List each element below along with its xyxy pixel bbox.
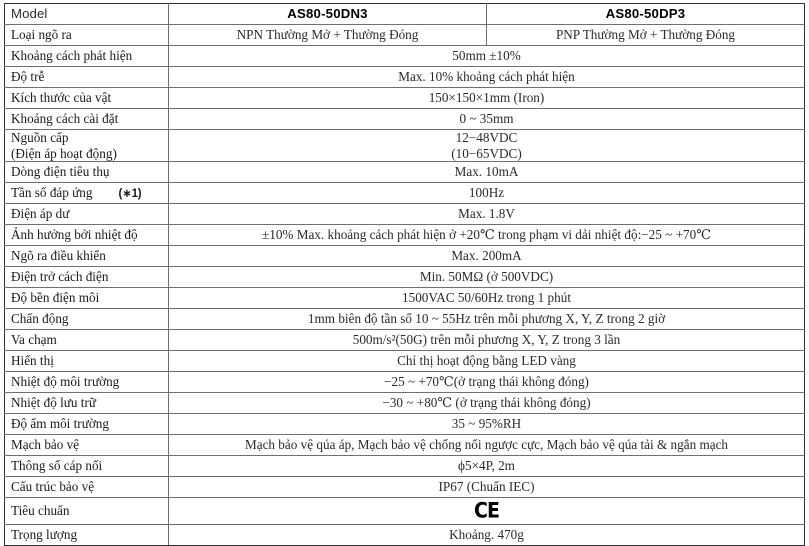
row-label-response-frequency-text: Tần số đáp ứng [11,184,93,200]
row-value-power-supply-line1: 12−48VDC [455,130,518,145]
header-model-2: AS80-50DP3 [486,3,805,25]
row-label-hysteresis: Độ trễ [4,66,169,88]
table-row: Ảnh hưởng bởi nhiệt độ ±10% Max. khoảng … [4,224,805,247]
table-row: Mạch bảo vệ Mạch bảo vệ qúa áp, Mạch bảo… [4,434,805,457]
table-row: Va chạm 500m/s²(50G) trên mỗi phương X, … [4,329,805,352]
row-label-dielectric-strength: Độ bền điện môi [4,287,169,310]
row-value-output-type-npn: NPN Thường Mở + Thường Đóng [168,24,487,46]
row-label-protection-structure: Cấu trúc bảo vệ [4,476,169,499]
row-value-temperature-influence: ±10% Max. khoảng cách phát hiện ở +20℃ t… [168,224,805,247]
table-row: Khoảng cách cài đặt 0 ~ 35mm [4,108,805,130]
row-value-current-consumption: Max. 10mA [168,161,805,184]
header-model-1: AS80-50DN3 [168,3,487,25]
table-row: Nhiệt độ môi trường −25 ~ +70℃(ở trạng t… [4,371,805,394]
row-label-storage-temperature: Nhiệt độ lưu trữ [4,392,169,415]
row-value-hysteresis: Max. 10% khoảng cách phát hiện [168,66,805,88]
row-value-insulation-resistance: Min. 50MΩ (ở 500VDC) [168,266,805,289]
row-label-power-supply: Nguồn cấp (Điện áp hoạt động) [4,128,169,163]
row-value-sensing-distance: 50mm ±10% [168,45,805,67]
row-value-storage-temperature: −30 ~ +80℃ (ở trạng thái không đóng) [168,392,805,415]
row-value-target-size: 150×150×1mm (Iron) [168,87,805,109]
footnote-marker: (∗1) [118,187,142,200]
row-label-residual-voltage: Điện áp dư [4,203,169,226]
table-row: Tần số đáp ứng (∗1) 100Hz [4,182,805,205]
row-value-standard: CE [168,497,805,526]
row-label-setting-distance: Khoảng cách cài đặt [4,108,169,130]
row-value-protection-circuit: Mạch bảo vệ qúa áp, Mạch bảo vệ chống nố… [168,434,805,457]
row-label-ambient-temperature: Nhiệt độ môi trường [4,371,169,394]
row-value-cable-spec: ϕ5×4P, 2m [168,455,805,478]
row-label-cable-spec: Thông số cáp nối [4,455,169,478]
table-row: Nhiệt độ lưu trữ −30 ~ +80℃ (ở trạng thá… [4,392,805,415]
table-row: Độ trễ Max. 10% khoảng cách phát hiện [4,66,805,88]
row-label-current-consumption: Dòng điện tiêu thụ [4,161,169,184]
row-value-ambient-temperature: −25 ~ +70℃(ở trạng thái không đóng) [168,371,805,394]
table-body: Model AS80-50DN3 AS80-50DP3 Loại ngõ ra … [4,3,805,546]
row-label-power-supply-line1: Nguồn cấp [11,130,69,145]
table-row: Hiển thị Chỉ thị hoạt động bằng LED vàng [4,350,805,373]
row-label-vibration: Chấn động [4,308,169,331]
table-row: Thông số cáp nối ϕ5×4P, 2m [4,455,805,478]
table-row: Ngõ ra điều khiển Max. 200mA [4,245,805,268]
ce-mark-icon: CE [474,498,500,523]
table-row: Điện trở cách điện Min. 50MΩ (ở 500VDC) [4,266,805,289]
row-label-insulation-resistance: Điện trở cách điện [4,266,169,289]
table-row: Kích thước của vật 150×150×1mm (Iron) [4,87,805,109]
row-value-dielectric-strength: 1500VAC 50/60Hz trong 1 phút [168,287,805,310]
row-value-response-frequency: 100Hz [168,182,805,205]
row-label-protection-circuit: Mạch bảo vệ [4,434,169,457]
row-label-ambient-humidity: Độ ẩm môi trường [4,413,169,436]
row-label-temperature-influence: Ảnh hưởng bởi nhiệt độ [4,224,169,247]
table-row: Chấn động 1mm biên độ tần số 10 ~ 55Hz t… [4,308,805,331]
header-label-model: Model [4,3,169,25]
row-label-weight: Trọng lượng [4,524,169,546]
table-row: Loại ngõ ra NPN Thường Mở + Thường Đóng … [4,24,805,46]
row-label-standard: Tiêu chuẩn [4,497,169,526]
table-row: Khoảng cách phát hiện 50mm ±10% [4,45,805,67]
specification-table-container: Model AS80-50DN3 AS80-50DP3 Loại ngõ ra … [0,0,809,546]
row-label-indicator: Hiển thị [4,350,169,373]
row-label-output-type: Loại ngõ ra [4,24,169,46]
specification-table: Model AS80-50DN3 AS80-50DP3 Loại ngõ ra … [4,3,805,546]
row-value-output-type-pnp: PNP Thường Mở + Thường Đóng [486,24,805,46]
row-value-weight: Khoảng. 470g [168,524,805,546]
row-value-power-supply: 12−48VDC (10−65VDC) [168,128,805,163]
table-row: Cấu trúc bảo vệ IP67 (Chuẩn IEC) [4,476,805,499]
table-row: Độ bền điện môi 1500VAC 50/60Hz trong 1 … [4,287,805,310]
row-value-residual-voltage: Max. 1.8V [168,203,805,226]
table-row: Điện áp dư Max. 1.8V [4,203,805,226]
row-label-target-size: Kích thước của vật [4,87,169,109]
table-row: Độ ẩm môi trường 35 ~ 95%RH [4,413,805,436]
row-label-control-output: Ngõ ra điều khiển [4,245,169,268]
row-value-control-output: Max. 200mA [168,245,805,268]
row-label-response-frequency: Tần số đáp ứng (∗1) [4,182,169,205]
table-row: Trọng lượng Khoảng. 470g [4,524,805,546]
table-row: Tiêu chuẩn CE [4,497,805,526]
table-row: Dòng điện tiêu thụ Max. 10mA [4,161,805,184]
row-value-power-supply-line2: (10−65VDC) [451,145,522,161]
table-row: Nguồn cấp (Điện áp hoạt động) 12−48VDC (… [4,128,805,163]
row-value-indicator: Chỉ thị hoạt động bằng LED vàng [168,350,805,373]
row-value-protection-structure: IP67 (Chuẩn IEC) [168,476,805,499]
row-value-shock: 500m/s²(50G) trên mỗi phương X, Y, Z tro… [168,329,805,352]
row-value-ambient-humidity: 35 ~ 95%RH [168,413,805,436]
row-value-setting-distance: 0 ~ 35mm [168,108,805,130]
row-label-power-supply-line2: (Điện áp hoạt động) [11,145,117,161]
row-value-vibration: 1mm biên độ tần số 10 ~ 55Hz trên mỗi ph… [168,308,805,331]
row-label-sensing-distance: Khoảng cách phát hiện [4,45,169,67]
table-header-row: Model AS80-50DN3 AS80-50DP3 [4,3,805,25]
row-label-shock: Va chạm [4,329,169,352]
